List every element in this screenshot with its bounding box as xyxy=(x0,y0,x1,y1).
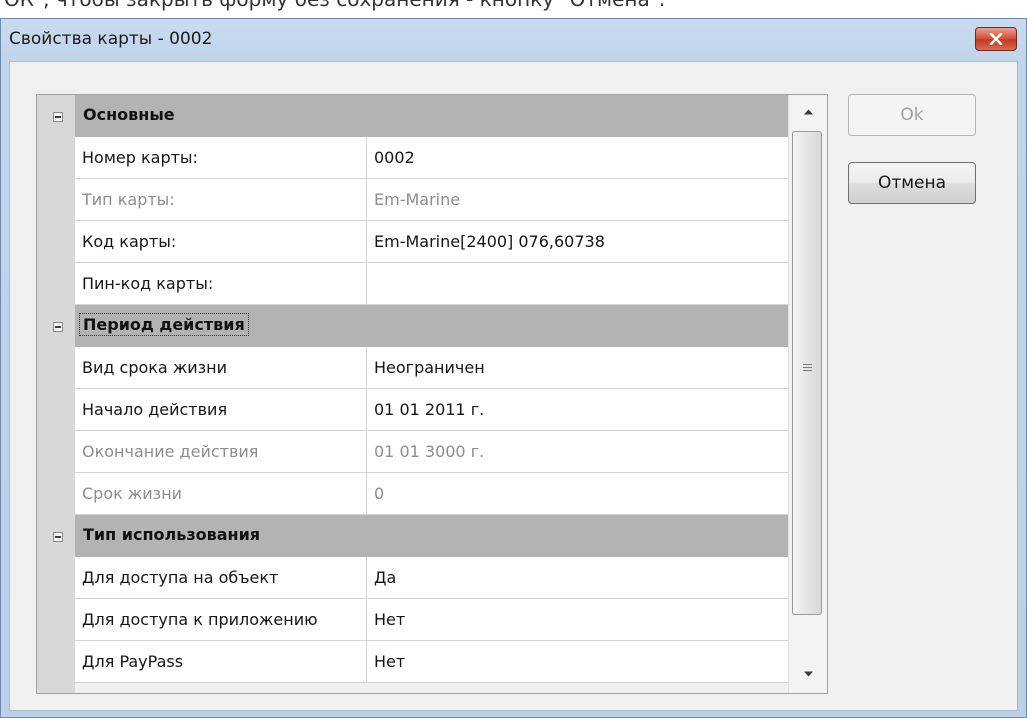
property-name: Окончание действия xyxy=(82,442,259,461)
dialog-client-area: Основные Номер карты: 0002 Тип карты: Em-Mar… xyxy=(9,61,1018,711)
category-label: Тип использования xyxy=(83,525,261,544)
property-row[interactable]: Срок жизни 0 xyxy=(37,473,788,515)
property-name: Пин-код карты: xyxy=(82,274,214,293)
category-row[interactable]: Тип использования xyxy=(37,515,788,557)
property-name: Для доступа к приложению xyxy=(82,610,318,629)
property-name: Номер карты: xyxy=(82,148,198,167)
property-name: Для PayPass xyxy=(82,652,184,671)
arrow-down-icon xyxy=(803,671,813,677)
grip-icon xyxy=(803,364,812,373)
title-bar: Свойства карты - 0002 xyxy=(1,19,1026,61)
property-row[interactable]: Пин-код карты: xyxy=(37,263,788,305)
property-value-cell: Em-Marine xyxy=(367,179,788,221)
property-row[interactable]: Номер карты: 0002 xyxy=(37,137,788,179)
category-row[interactable]: Основные xyxy=(37,95,788,137)
property-name-cell[interactable]: Код карты: xyxy=(75,221,367,263)
property-value-cell[interactable] xyxy=(367,263,788,305)
property-row[interactable]: Окончание действия 01 01 3000 г. xyxy=(37,431,788,473)
close-x-icon xyxy=(989,33,1003,45)
property-value: 01 01 2011 г. xyxy=(374,400,485,419)
property-value: 0002 xyxy=(374,148,415,167)
property-name-cell[interactable]: Пин-код карты: xyxy=(75,263,367,305)
property-name: Начало действия xyxy=(82,400,228,419)
property-name: Вид срока жизни xyxy=(82,358,227,377)
window-title: Свойства карты - 0002 xyxy=(9,29,213,49)
property-name-cell[interactable]: Номер карты: xyxy=(75,137,367,179)
property-name: Код карты: xyxy=(82,232,177,251)
property-value: Em-Marine[2400] 076,60738 xyxy=(374,232,605,251)
property-grid: Основные Номер карты: 0002 Тип карты: Em-Mar… xyxy=(36,94,828,694)
property-name: Срок жизни xyxy=(82,484,183,503)
property-row[interactable]: Тип карты: Em-Marine xyxy=(37,179,788,221)
property-name: Для доступа на объект xyxy=(82,568,279,587)
property-name-cell[interactable]: Начало действия xyxy=(75,389,367,431)
property-value-cell: 0 xyxy=(367,473,788,515)
close-button[interactable] xyxy=(975,27,1017,51)
property-name-cell[interactable]: Для доступа на объект xyxy=(75,557,367,599)
category-background xyxy=(75,95,788,137)
collapse-icon[interactable] xyxy=(53,322,63,332)
property-name-cell[interactable]: Тип карты: xyxy=(75,179,367,221)
property-name-cell[interactable]: Срок жизни xyxy=(75,473,367,515)
property-value: Em-Marine xyxy=(374,190,461,209)
collapse-icon[interactable] xyxy=(53,532,63,542)
category-label: Основные xyxy=(83,105,175,124)
property-value-cell[interactable]: 01 01 2011 г. xyxy=(367,389,788,431)
property-value-cell[interactable]: Нет xyxy=(367,641,788,683)
property-row[interactable]: Вид срока жизни Неограничен xyxy=(37,347,788,389)
property-name-cell[interactable]: Вид срока жизни xyxy=(75,347,367,389)
category-row[interactable]: Период действия xyxy=(37,305,788,347)
category-label: Период действия xyxy=(79,313,249,336)
property-row[interactable]: Для доступа к приложению Нет xyxy=(37,599,788,641)
property-value: Нет xyxy=(374,652,406,671)
property-row[interactable]: Для доступа на объект Да xyxy=(37,557,788,599)
vertical-scrollbar[interactable] xyxy=(788,95,827,693)
property-value-cell[interactable]: Нет xyxy=(367,599,788,641)
property-name-cell[interactable]: Для доступа к приложению xyxy=(75,599,367,641)
property-value-cell[interactable]: Да xyxy=(367,557,788,599)
property-value-cell[interactable]: Неограничен xyxy=(367,347,788,389)
property-name-cell[interactable]: Для PayPass xyxy=(75,641,367,683)
instruction-caption: ОК", чтобы закрыть форму без сохранения … xyxy=(0,0,1027,20)
ok-button[interactable]: Ok xyxy=(848,94,976,136)
property-name-cell[interactable]: Окончание действия xyxy=(75,431,367,473)
property-row[interactable]: Для PayPass Нет xyxy=(37,641,788,683)
arrow-up-icon xyxy=(803,109,813,115)
property-value-cell: 01 01 3000 г. xyxy=(367,431,788,473)
instruction-caption-text: ОК", чтобы закрыть форму без сохранения … xyxy=(4,0,665,11)
property-value-cell[interactable]: 0002 xyxy=(367,137,788,179)
property-value: Да xyxy=(374,568,397,587)
collapse-icon[interactable] xyxy=(53,112,63,122)
property-value: Неограничен xyxy=(374,358,485,377)
cancel-button[interactable]: Отмена xyxy=(848,162,976,204)
property-row[interactable]: Начало действия 01 01 2011 г. xyxy=(37,389,788,431)
property-value: Нет xyxy=(374,610,406,629)
property-name: Тип карты: xyxy=(82,190,175,209)
property-value: 01 01 3000 г. xyxy=(374,442,485,461)
property-row[interactable]: Код карты: Em-Marine[2400] 076,60738 xyxy=(37,221,788,263)
scrollbar-thumb[interactable] xyxy=(792,131,822,615)
property-value-cell[interactable]: Em-Marine[2400] 076,60738 xyxy=(367,221,788,263)
property-value: 0 xyxy=(374,484,385,503)
scroll-down-button[interactable] xyxy=(789,657,827,691)
scroll-up-button[interactable] xyxy=(789,95,827,129)
card-properties-dialog: Свойства карты - 0002 Основные Номер карт… xyxy=(0,18,1027,718)
